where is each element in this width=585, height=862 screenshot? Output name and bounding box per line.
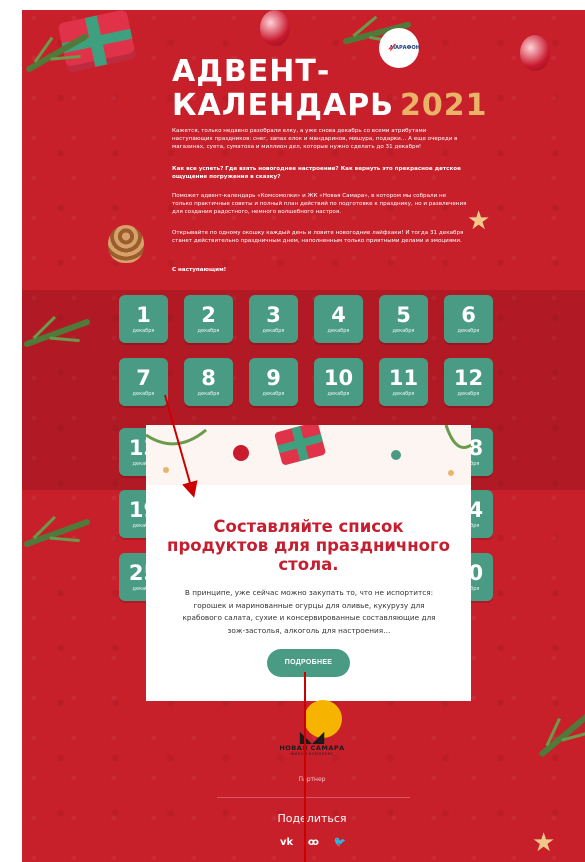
arrow-line [164,394,198,498]
annotation-arrows [164,394,306,862]
